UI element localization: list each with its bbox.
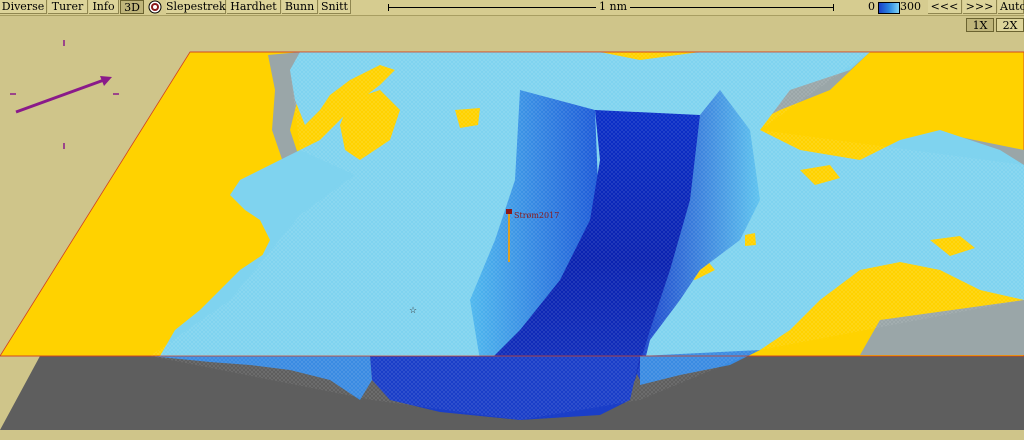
bathymetry-3d-view[interactable]: Strøm2017 ☆ (0, 0, 1024, 440)
heading-arrow-icon (15, 78, 105, 114)
star-marker-icon: ☆ (409, 306, 417, 316)
heading-compass (10, 40, 119, 149)
station-marker-label: Strøm2017 (514, 211, 559, 220)
